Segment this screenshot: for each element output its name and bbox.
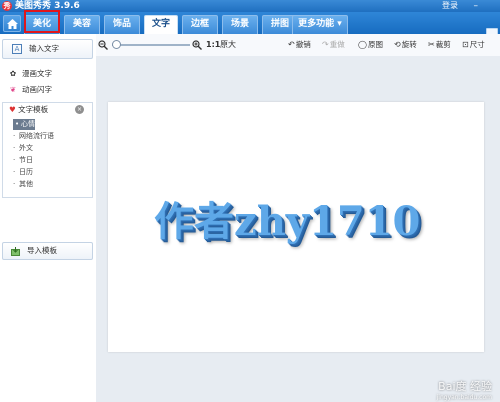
import-template-label: 导入模板 <box>27 246 57 255</box>
speech-bubble-icon: ✿ <box>9 69 17 78</box>
heart-icon: ♥ <box>9 105 16 114</box>
import-template-button[interactable]: 导入模板 <box>2 242 93 260</box>
comic-text-label: 漫画文字 <box>22 69 52 78</box>
edit-toolbar: 1:1 原大 ↶撤销 ↷重做 ◯原图 ⟲旋转 ✂裁剪 ⊡尺寸 <box>96 34 500 56</box>
import-icon <box>11 247 20 256</box>
tab-scene[interactable]: 场景 <box>222 15 258 34</box>
rotate-button[interactable]: ⟲旋转 <box>394 38 417 52</box>
baidu-watermark-url: jingyan.baidu.com <box>436 394 492 401</box>
workspace-area: 作者zhy1710 Bai度 经验 jingyan.baidu.com <box>96 56 500 402</box>
redo-icon: ↷ <box>322 40 329 49</box>
tab-beautify[interactable]: 美化 <box>24 15 60 34</box>
home-icon <box>7 19 18 29</box>
main-menu-bar: 美化 美容 饰品 文字 边框 场景 拼图 更多功能 ▾ <box>0 12 500 38</box>
scissors-icon: ✂ <box>428 40 435 49</box>
actual-size-ratio[interactable]: 1:1 <box>206 39 220 51</box>
close-icon[interactable]: × <box>75 105 84 114</box>
template-item-calendar[interactable]: · 日历 <box>13 167 83 178</box>
template-item-internet-slang[interactable]: · 网络流行语 <box>13 131 83 142</box>
text-a-icon: A <box>12 44 22 54</box>
crop-button[interactable]: ✂裁剪 <box>428 38 451 52</box>
zoom-slider-track[interactable] <box>112 44 190 46</box>
tab-beauty[interactable]: 美容 <box>64 15 100 34</box>
animated-text-label: 动画闪字 <box>22 85 52 94</box>
login-link[interactable]: 登录 <box>442 0 458 12</box>
input-text-label: 输入文字 <box>29 44 59 53</box>
app-title: 美图秀秀 3.9.6 <box>15 1 80 11</box>
template-item-mood[interactable]: • 心情 <box>13 119 35 130</box>
tab-text[interactable]: 文字 <box>144 15 178 34</box>
original-image-button[interactable]: ◯原图 <box>358 38 383 52</box>
text-template-header[interactable]: ♥ 文字模板 <box>9 105 48 115</box>
left-panel: A 输入文字 ✿ 漫画文字 ❦ 动画闪字 ♥ 文字模板 × • 心情 · 网络流行语 ·… <box>0 34 96 402</box>
animated-text-icon: ❦ <box>9 85 17 94</box>
undo-icon: ↶ <box>288 40 295 49</box>
undo-button[interactable]: ↶撤销 <box>288 38 311 52</box>
home-button[interactable] <box>3 15 21 32</box>
app-logo-icon: 秀 <box>2 1 12 11</box>
rotate-icon: ⟲ <box>394 40 401 49</box>
template-item-other[interactable]: · 其他 <box>13 179 83 190</box>
template-item-holiday[interactable]: · 节日 <box>13 155 83 166</box>
title-bar: 秀 美图秀秀 3.9.6 登录 – <box>0 0 500 12</box>
baidu-watermark: Bai度 经验 <box>438 380 492 393</box>
text-template-panel: ♥ 文字模板 × • 心情 · 网络流行语 · 外文 · 节日 · 日历 · 其他 <box>2 102 93 198</box>
input-text-button[interactable]: A 输入文字 <box>2 39 93 59</box>
template-item-foreign[interactable]: · 外文 <box>13 143 83 154</box>
zoom-out-icon[interactable] <box>98 40 108 50</box>
text-template-title: 文字模板 <box>18 105 49 114</box>
tab-frame[interactable]: 边框 <box>182 15 218 34</box>
original-icon: ◯ <box>358 40 367 49</box>
resize-button[interactable]: ⊡尺寸 <box>462 38 485 52</box>
image-canvas[interactable]: 作者zhy1710 <box>108 102 484 352</box>
resize-icon: ⊡ <box>462 40 469 49</box>
actual-size-label[interactable]: 原大 <box>220 39 236 51</box>
tab-accessories[interactable]: 饰品 <box>104 15 140 34</box>
sidebar-item-comic-text[interactable]: ✿ 漫画文字 <box>8 68 52 80</box>
tab-more-features[interactable]: 更多功能 ▾ <box>292 15 348 34</box>
minimize-button[interactable]: – <box>474 0 479 12</box>
zoom-slider-thumb[interactable] <box>112 40 121 49</box>
sidebar-item-animated-text[interactable]: ❦ 动画闪字 <box>8 84 52 96</box>
canvas-text-overlay[interactable]: 作者zhy1710 <box>154 192 454 252</box>
zoom-in-icon[interactable] <box>192 40 202 50</box>
redo-button[interactable]: ↷重做 <box>322 38 345 52</box>
